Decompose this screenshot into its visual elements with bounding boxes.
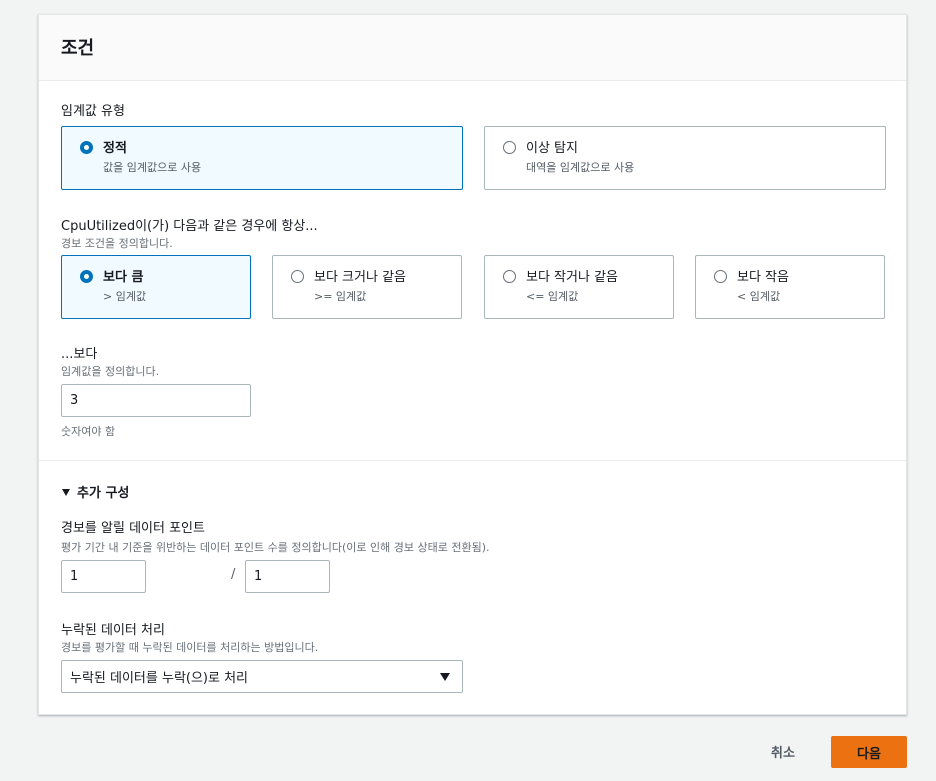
radio-static[interactable] [80, 141, 93, 154]
caret-down-icon [62, 489, 70, 496]
option-desc-less: < 임계값 [737, 290, 781, 303]
radio-anomaly[interactable] [503, 141, 516, 154]
radio-greater-equal[interactable] [291, 270, 304, 283]
option-title-static: 정적 [103, 141, 127, 156]
next-button[interactable]: 다음 [831, 736, 907, 768]
dropdown-caret-icon [440, 673, 450, 681]
threshold-input[interactable]: 3 [61, 384, 251, 417]
option-title-greater: 보다 큼 [103, 270, 144, 285]
cancel-button[interactable]: 취소 [771, 742, 795, 761]
condition-less-equal-option[interactable]: 보다 작거나 같음 <= 임계값 [484, 255, 674, 319]
threshold-hint: 숫자여야 함 [61, 425, 116, 438]
datapoints-input-2[interactable]: 1 [245, 560, 330, 593]
threshold-type-static-option[interactable]: 정적 값을 임계값으로 사용 [61, 126, 463, 190]
datapoints-label: 경보를 알릴 데이터 포인트 [61, 521, 205, 536]
option-desc-anomaly: 대역을 임계값으로 사용 [526, 161, 635, 174]
radio-less-equal[interactable] [503, 270, 516, 283]
threshold-label: ...보다 [61, 347, 98, 362]
option-desc-greater-equal: >= 임계값 [314, 290, 367, 303]
section-divider [39, 460, 906, 461]
radio-less[interactable] [714, 270, 727, 283]
datapoints-separator: / [231, 567, 236, 582]
condition-less-option[interactable]: 보다 작음 < 임계값 [695, 255, 885, 319]
additional-config-label: 추가 구성 [77, 486, 130, 501]
missing-data-desc: 경보를 평가할 때 누락된 데이터를 처리하는 방법입니다. [61, 641, 319, 654]
threshold-desc: 임계값을 정의합니다. [61, 365, 160, 378]
conditions-panel: 조건 임계값 유형 정적 값을 임계값으로 사용 이상 탐지 대역을 임계값으로… [38, 14, 907, 715]
panel-header: 조건 [39, 15, 906, 81]
option-title-less-equal: 보다 작거나 같음 [526, 270, 618, 285]
threshold-type-label: 임계값 유형 [61, 104, 125, 119]
missing-data-select[interactable]: 누락된 데이터를 누락(으)로 처리 [61, 660, 463, 693]
condition-greater-equal-option[interactable]: 보다 크거나 같음 >= 임계값 [272, 255, 462, 319]
condition-greater-option[interactable]: 보다 큼 > 임계값 [61, 255, 251, 319]
option-desc-static: 값을 임계값으로 사용 [103, 161, 202, 174]
panel-title: 조건 [61, 38, 95, 59]
option-desc-greater: > 임계값 [103, 290, 147, 303]
datapoints-input-1[interactable]: 1 [61, 560, 146, 593]
radio-greater[interactable] [80, 270, 93, 283]
datapoints-desc: 평가 기간 내 기준을 위반하는 데이터 포인트 수를 정의합니다(이로 인해 … [61, 541, 490, 554]
option-desc-less-equal: <= 임계값 [526, 290, 579, 303]
option-title-greater-equal: 보다 크거나 같음 [314, 270, 406, 285]
condition-desc: 경보 조건을 정의합니다. [61, 237, 173, 250]
missing-data-selected: 누락된 데이터를 누락(으)로 처리 [70, 671, 249, 686]
threshold-type-anomaly-option[interactable]: 이상 탐지 대역을 임계값으로 사용 [484, 126, 886, 190]
option-title-anomaly: 이상 탐지 [526, 141, 578, 156]
missing-data-label: 누락된 데이터 처리 [61, 623, 165, 638]
option-title-less: 보다 작음 [737, 270, 789, 285]
condition-label: CpuUtilized이(가) 다음과 같은 경우에 항상... [61, 219, 318, 234]
